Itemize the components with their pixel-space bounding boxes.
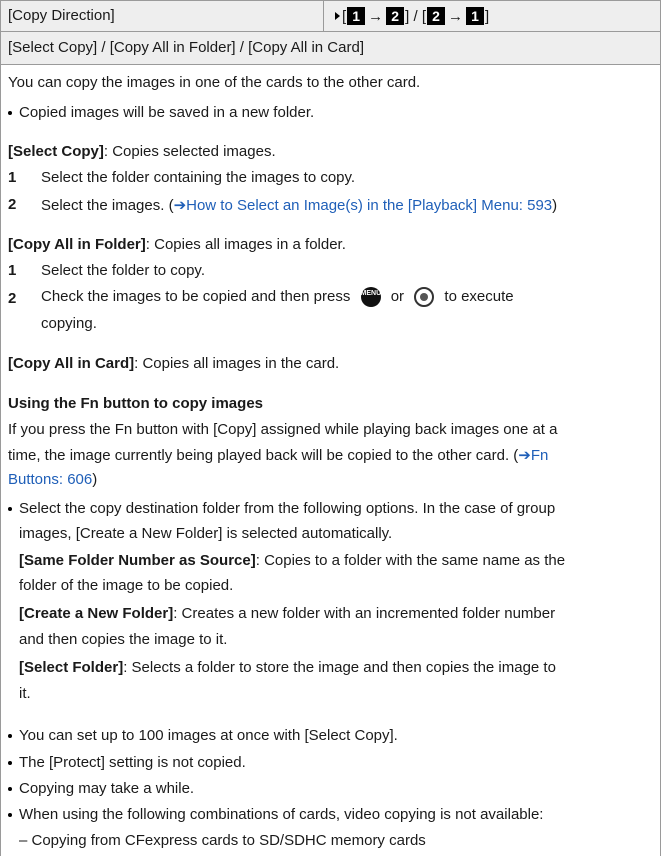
select-copy-label: [Select Copy] xyxy=(8,143,104,160)
intro-text: You can copy the images in one of the ca… xyxy=(8,74,421,91)
options-separator: ] / [ xyxy=(405,7,427,25)
step-text-part: Select the images. ( xyxy=(41,197,174,214)
folder-option-desc: : Selects a folder to store the image an… xyxy=(123,659,556,676)
settings-table: [Copy Direction] [ 1 → 2 ] / [ 2 → 1 ] [… xyxy=(0,0,661,856)
subheader-row: [Select Copy] / [Copy All in Folder] / [… xyxy=(1,32,660,65)
options-suffix: ] xyxy=(485,7,490,25)
folder-option-desc: it. xyxy=(19,685,31,702)
bullet-dot-icon xyxy=(8,507,12,512)
card-slot-2-icon: 2 xyxy=(427,7,446,25)
step-text: Check the images to be copied and then p… xyxy=(41,287,514,307)
setting-name: [Copy Direction] xyxy=(8,7,115,24)
play-triangle-icon xyxy=(335,12,340,20)
bullet-dot-icon xyxy=(8,787,12,792)
fn-buttons-link[interactable]: Buttons: 606 xyxy=(8,471,92,488)
options-prefix: [ xyxy=(342,7,347,25)
step-text-part: or xyxy=(390,287,405,305)
folder-option-desc: : Copies to a folder with the same name … xyxy=(255,552,566,569)
copy-all-folder-desc: : Copies all images in a folder. xyxy=(145,236,346,253)
intro-bullet: Copied images will be saved in a new fol… xyxy=(8,104,314,121)
playback-menu-link[interactable]: ➔How to Select an Image(s) in the [Playb… xyxy=(174,197,553,214)
folder-option-desc: : Creates a new folder with an increment… xyxy=(173,605,556,622)
step-text: copying. xyxy=(41,315,97,332)
fn-buttons-link[interactable]: ➔Fn xyxy=(518,447,548,464)
copy-all-card-heading: [Copy All in Card]: Copies all images in… xyxy=(8,355,339,372)
step-number: 2 xyxy=(8,196,17,213)
note-text: You can set up to 100 images at once wit… xyxy=(19,727,398,744)
note-text: When using the following combinations of… xyxy=(19,806,544,823)
step-number: 1 xyxy=(8,262,17,279)
folder-option: [Same Folder Number as Source]: Copies t… xyxy=(19,552,565,569)
step-text-part: ) xyxy=(552,197,558,214)
folder-option-label: [Select Folder] xyxy=(19,659,124,676)
step-text: Select the folder containing the images … xyxy=(41,169,356,186)
subheader-text: [Select Copy] / [Copy All in Folder] / [… xyxy=(8,39,364,56)
step-number: 2 xyxy=(8,290,17,307)
bullet-dot-icon xyxy=(8,111,12,116)
folder-option-desc: folder of the image to be copied. xyxy=(19,577,234,594)
folder-option: [Select Folder]: Selects a folder to sto… xyxy=(19,659,556,676)
fn-bullet: Select the copy destination folder from … xyxy=(8,500,555,517)
arrow-right-icon: → xyxy=(368,7,384,25)
fn-text-part: time, the image currently being played b… xyxy=(8,447,519,464)
note-bullet: You can set up to 100 images at once wit… xyxy=(8,727,398,744)
note-text: Copying may take a while. xyxy=(19,780,195,797)
step-text-part: to execute xyxy=(444,287,514,305)
note-bullet: Copying may take a while. xyxy=(8,780,194,797)
setting-options-cell: [ 1 → 2 ] / [ 2 → 1 ] xyxy=(335,7,489,25)
step-text: Select the folder to copy. xyxy=(41,262,205,279)
fn-text-part: ) xyxy=(92,471,98,488)
bullet-dot-icon xyxy=(8,761,12,766)
card-slot-2-icon: 2 xyxy=(386,7,405,25)
copy-all-folder-heading: [Copy All in Folder]: Copies all images … xyxy=(8,236,346,253)
bullet-dot-icon xyxy=(8,734,12,739)
note-text: The [Protect] setting is not copied. xyxy=(19,754,246,771)
select-copy-heading: [Select Copy]: Copies selected images. xyxy=(8,143,276,160)
note-bullet: The [Protect] setting is not copied. xyxy=(8,754,246,771)
card-slot-1-icon: 1 xyxy=(347,7,366,25)
setting-header-row: [Copy Direction] [ 1 → 2 ] / [ 2 → 1 ] xyxy=(1,0,660,32)
step-text-part: Check the images to be copied and then p… xyxy=(41,287,351,305)
card-slot-1-icon: 1 xyxy=(466,7,485,25)
intro-bullet-text: Copied images will be saved in a new fol… xyxy=(19,104,315,121)
arrow-right-icon: → xyxy=(448,7,464,25)
fn-paragraph-line: time, the image currently being played b… xyxy=(8,446,548,464)
copy-all-folder-label: [Copy All in Folder] xyxy=(8,236,146,253)
fn-paragraph-line: Buttons: 606) xyxy=(8,471,97,488)
step-number: 1 xyxy=(8,169,17,186)
step-text: Select the images. (➔How to Select an Im… xyxy=(41,196,557,214)
control-dial-icon xyxy=(414,287,435,307)
select-copy-desc: : Copies selected images. xyxy=(103,143,276,160)
fn-paragraph-line: If you press the Fn button with [Copy] a… xyxy=(8,421,558,438)
fn-section-heading: Using the Fn button to copy images xyxy=(8,395,263,412)
fn-bullet-text: images, [Create a New Folder] is selecte… xyxy=(19,525,393,542)
bullet-dot-icon xyxy=(8,813,12,818)
menu-icon-label: MENU xyxy=(360,290,382,297)
fn-bullet-text: Select the copy destination folder from … xyxy=(19,500,556,517)
setting-name-cell: [Copy Direction] xyxy=(1,1,324,31)
folder-option-label: [Same Folder Number as Source] xyxy=(19,552,256,569)
folder-option: [Create a New Folder]: Creates a new fol… xyxy=(19,605,555,622)
sub-note-text: – Copying from CFexpress cards to SD/SDH… xyxy=(19,832,426,849)
menu-set-button-icon: MENU xyxy=(360,287,382,307)
note-bullet: When using the following combinations of… xyxy=(8,806,543,823)
folder-option-desc: and then copies the image to it. xyxy=(19,631,228,648)
folder-option-label: [Create a New Folder] xyxy=(19,605,174,622)
copy-all-card-label: [Copy All in Card] xyxy=(8,355,135,372)
copy-all-card-desc: : Copies all images in the card. xyxy=(134,355,340,372)
